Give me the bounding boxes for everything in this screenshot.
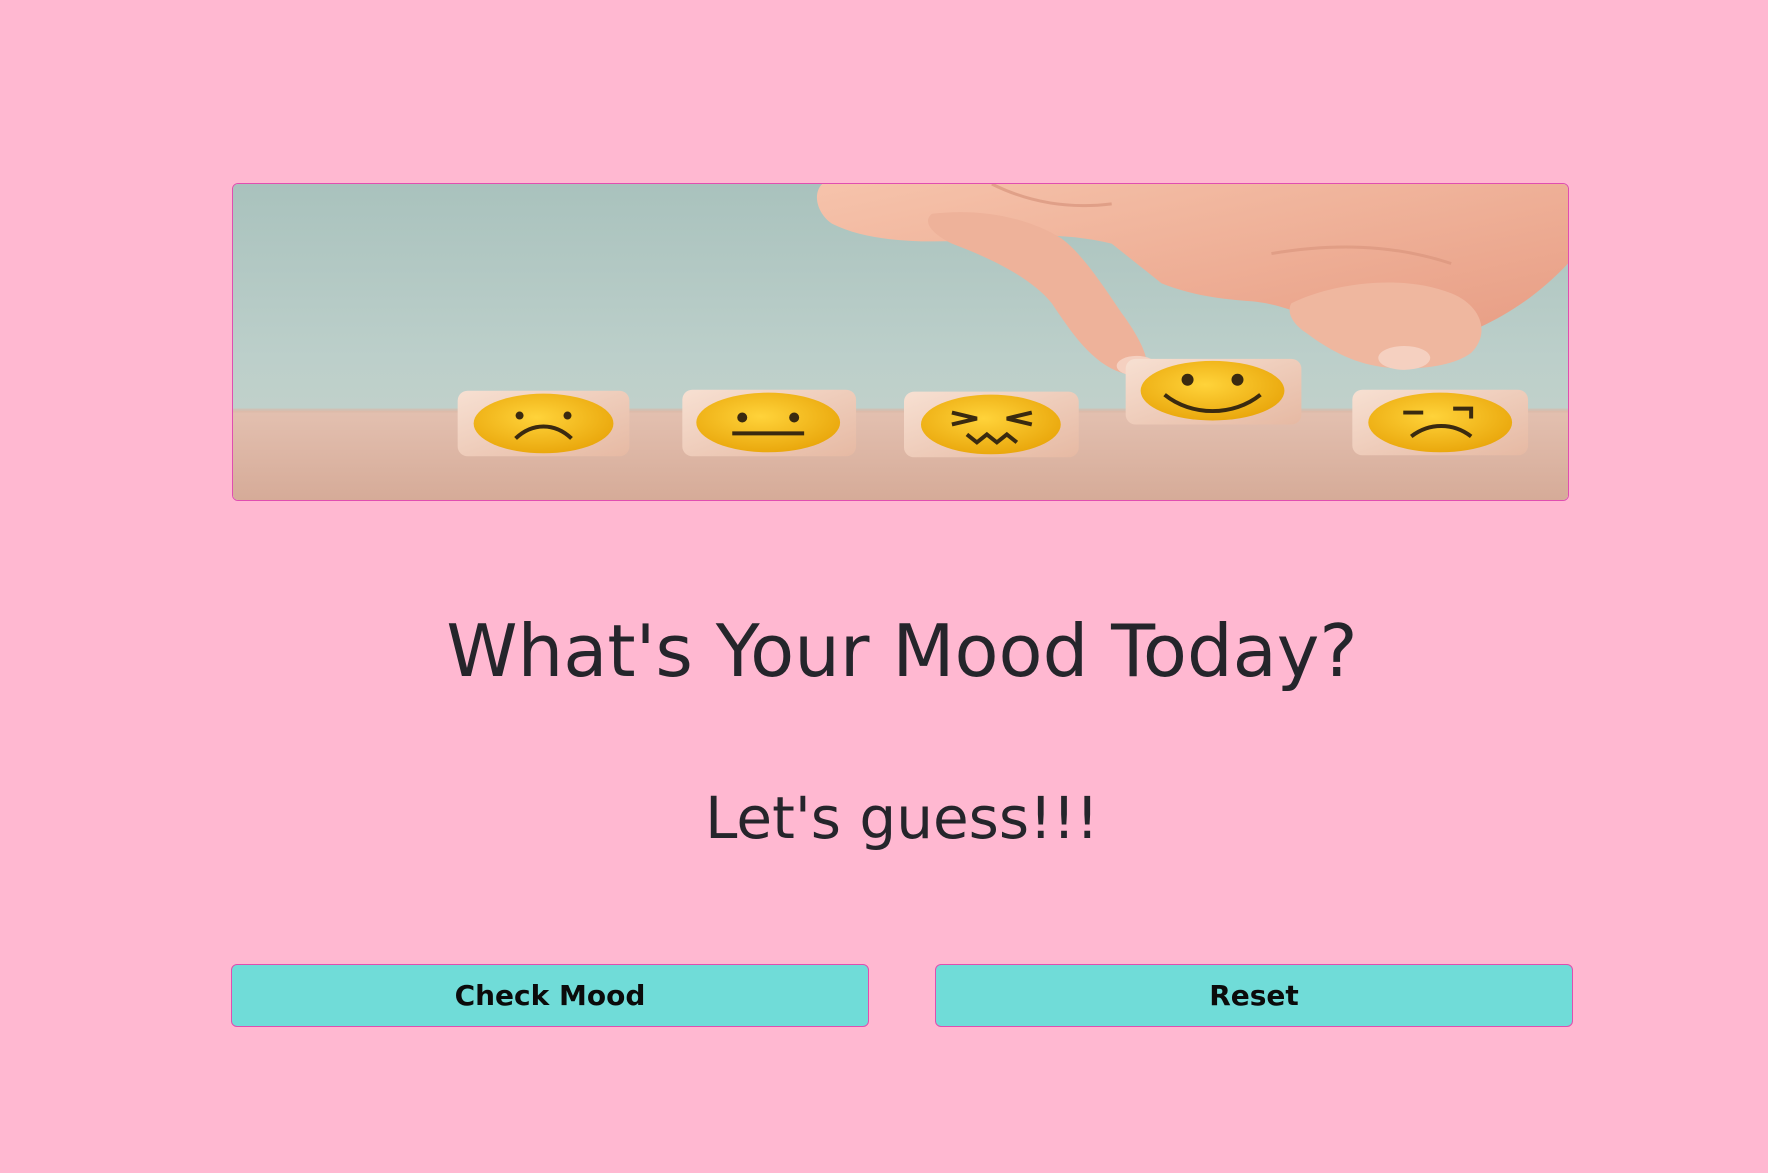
sad-face-dice (457, 390, 630, 457)
reset-button[interactable]: Reset (935, 964, 1573, 1027)
page-title: What's Your Mood Today? (446, 609, 1358, 693)
hero-image (232, 183, 1569, 501)
page-subtitle: Let's guess!!! (705, 784, 1099, 852)
check-mood-button[interactable]: Check Mood (231, 964, 869, 1027)
neutral-face-dice (682, 389, 857, 457)
happy-face-dice (1125, 358, 1302, 425)
annoyed-face-dice (1352, 389, 1529, 456)
mood-dice-illustration (233, 184, 1568, 500)
squint-face-dice (903, 391, 1079, 458)
